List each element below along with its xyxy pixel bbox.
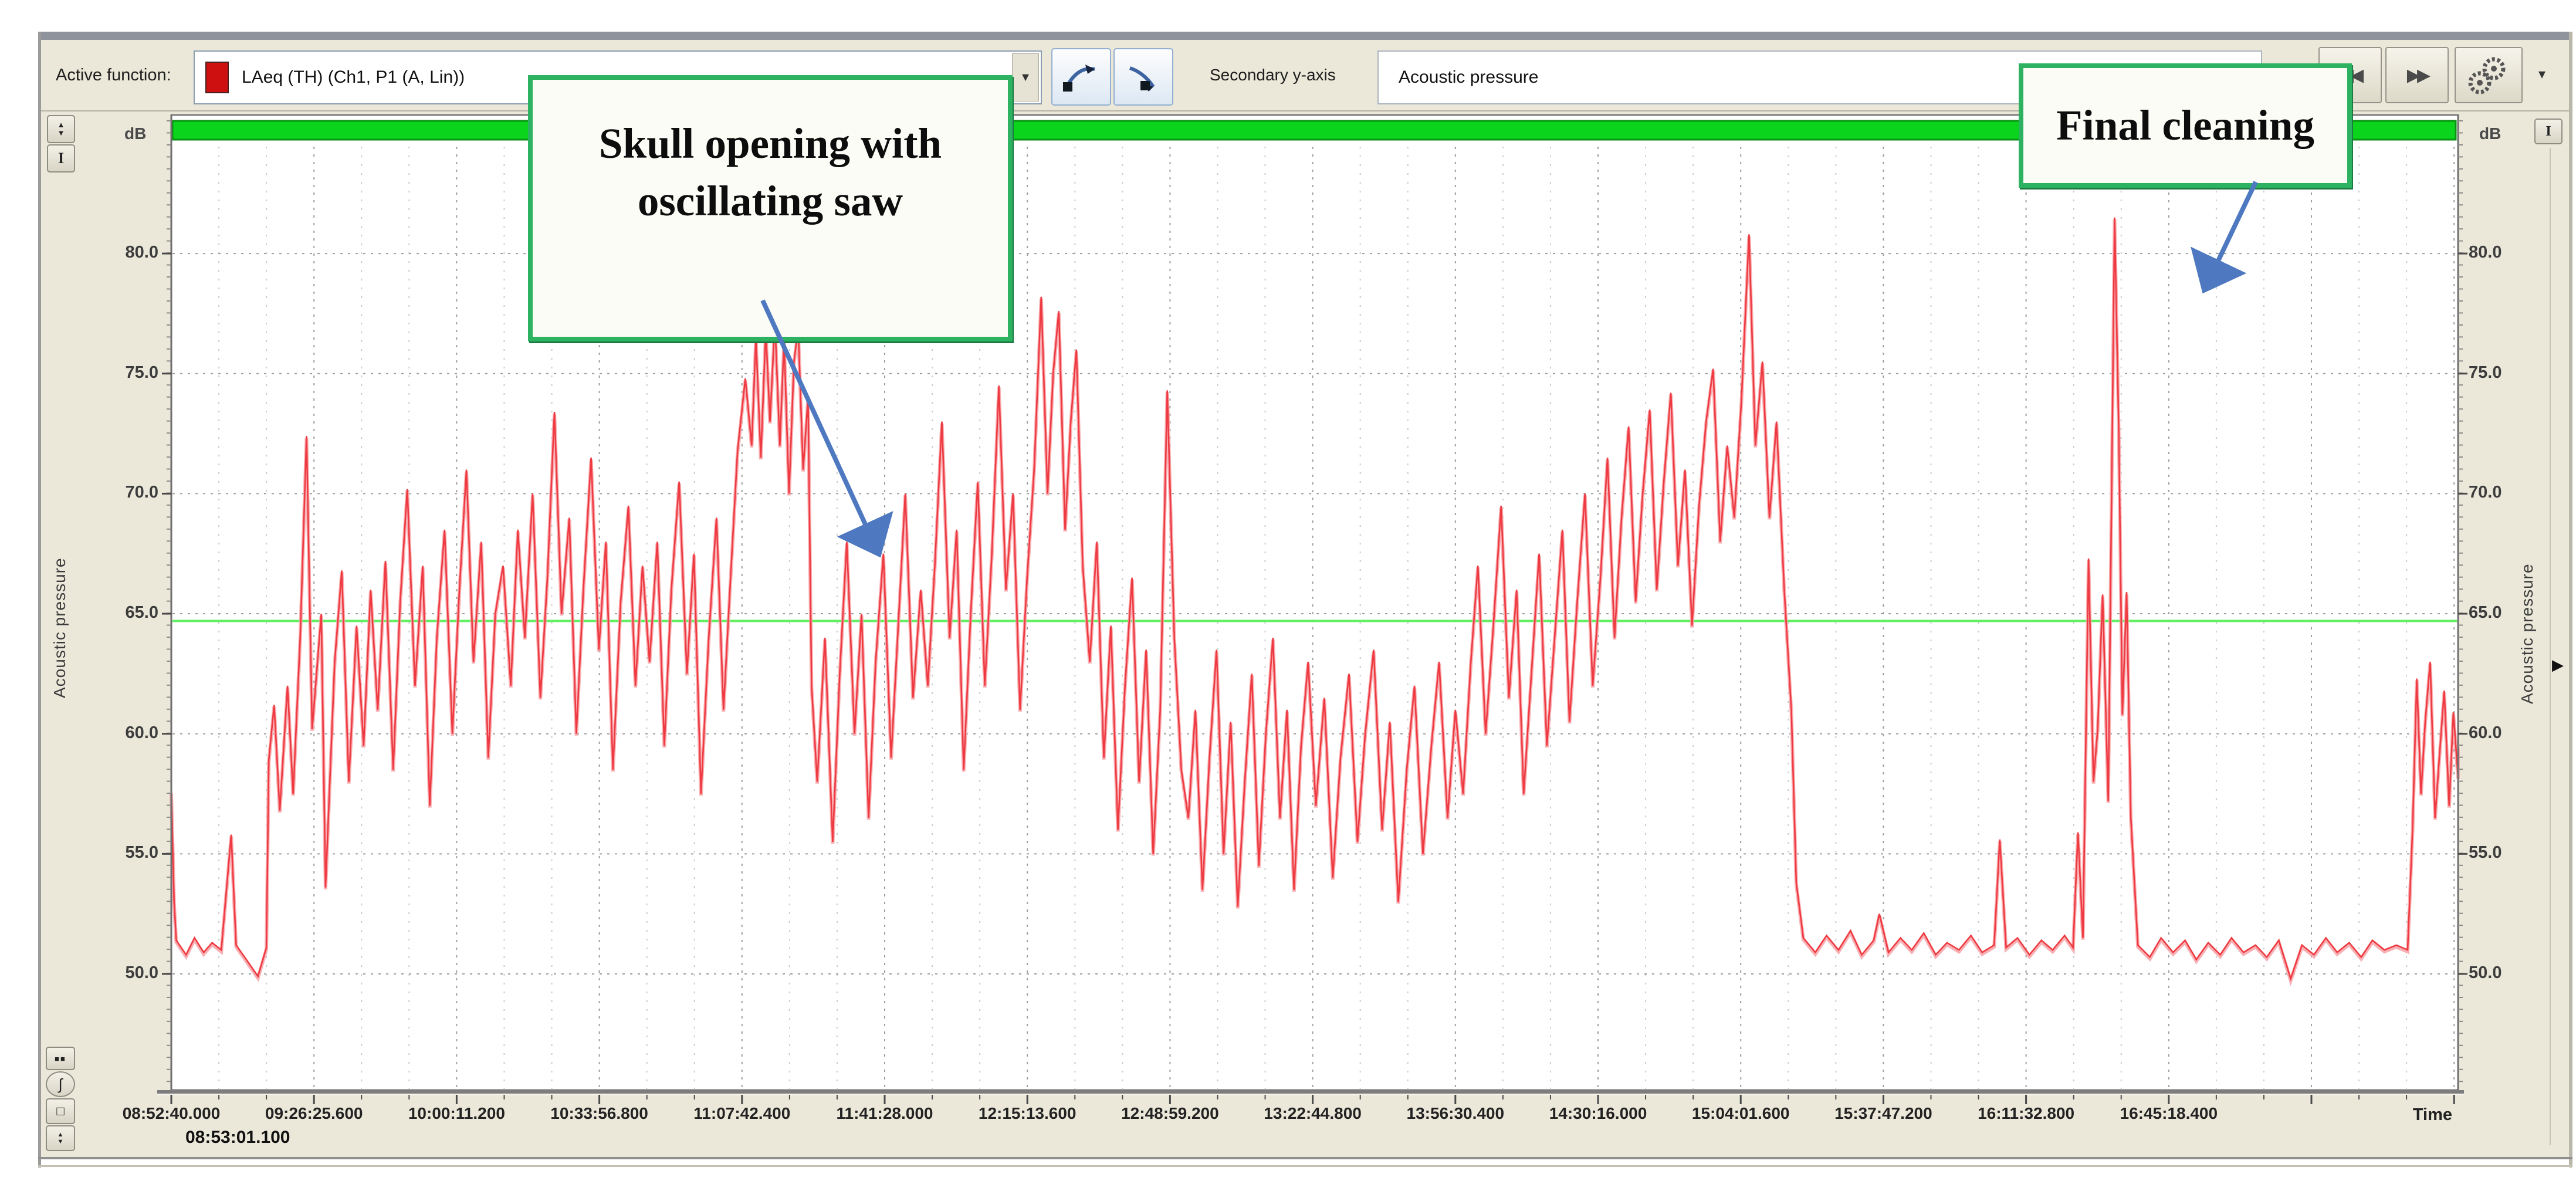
- x-tick-label: 13:22:44.800: [1236, 1104, 1390, 1123]
- x-tick-label: 15:37:47.200: [1806, 1104, 1960, 1123]
- annotation-skull-opening: Skull opening with oscillating saw: [528, 75, 1013, 341]
- y-axis-title-right: Acoustic pressure: [2518, 516, 2537, 751]
- arrow-up-right-icon: [1061, 56, 1102, 97]
- x-tick-label: 13:56:30.400: [1379, 1104, 1532, 1123]
- active-function-value: LAeq (TH) (Ch1, P1 (A, Lin)): [242, 67, 465, 87]
- cursor-previous-marker-button[interactable]: [1051, 48, 1111, 106]
- y-tick-label-right: 60.0: [2469, 723, 2539, 743]
- app-window: Active function: LAeq (TH) (Ch1, P1 (A, …: [0, 0, 2576, 1191]
- window-top-border: [38, 32, 2572, 40]
- x-axis-title: Time: [2344, 1105, 2452, 1125]
- y-tick-label-left: 55.0: [88, 843, 158, 862]
- window-bottom-edge: [38, 1165, 2572, 1167]
- fast-forward-button[interactable]: ▶▶: [2385, 47, 2449, 103]
- annotation-line: Skull opening with: [533, 115, 1008, 172]
- scroll-right-arrow[interactable]: ▶: [2552, 656, 2564, 674]
- marker-display-button[interactable]: ■■: [46, 1047, 75, 1070]
- time-history-plot[interactable]: [147, 111, 2470, 1132]
- spinner-down-icon: ▼: [57, 1138, 64, 1145]
- x-tick-label: 12:48:59.200: [1093, 1104, 1247, 1123]
- x-tick-label: 10:33:56.800: [523, 1104, 676, 1123]
- y-axis-spinner[interactable]: ▲ ▼: [47, 115, 75, 143]
- active-function-label: Active function:: [56, 66, 171, 85]
- square-icon: □: [56, 1104, 64, 1119]
- y-tick-label-right: 75.0: [2469, 363, 2539, 383]
- scroll-strip-divider: [2550, 148, 2551, 1145]
- secondary-axis-value: Acoustic pressure: [1399, 67, 1538, 87]
- y-tick-label-left: 70.0: [88, 483, 158, 502]
- x-tick-label: 16:11:32.800: [1949, 1104, 2103, 1123]
- y-tick-label-left: 75.0: [88, 363, 158, 383]
- db-unit-left: dB: [124, 124, 146, 143]
- x-tick-label: 16:45:18.400: [2092, 1104, 2246, 1123]
- gears-icon: [2466, 55, 2511, 96]
- y-tick-label-right: 50.0: [2469, 963, 2539, 983]
- x-tick-label: 12:15:13.600: [950, 1104, 1104, 1123]
- ibeam-icon: I: [58, 150, 64, 167]
- annotation-line: Final cleaning: [2056, 101, 2314, 149]
- right-cursor-tool-button[interactable]: I: [2534, 119, 2563, 144]
- cursor-next-marker-button[interactable]: [1113, 48, 1173, 106]
- x-tick-label: 14:30:16.000: [1521, 1104, 1675, 1123]
- window-left-border: [38, 32, 41, 1168]
- y-tick-label-left: 50.0: [88, 963, 158, 983]
- cursor-tool-button[interactable]: I: [47, 144, 75, 172]
- ibeam-icon: I: [2545, 124, 2551, 140]
- fast-forward-icon: ▶▶: [2407, 65, 2427, 86]
- cursor-time-readout: 08:53:01.100: [185, 1128, 290, 1148]
- y-tick-label-left: 80.0: [88, 243, 158, 262]
- settings-button[interactable]: [2455, 47, 2523, 103]
- db-unit-right: dB: [2479, 124, 2501, 143]
- curve-mode-button[interactable]: ∫: [46, 1071, 75, 1097]
- active-function-dropdown-icon[interactable]: ▼: [1012, 53, 1039, 101]
- x-axis-spinner[interactable]: ▲ ▼: [46, 1125, 75, 1151]
- x-tick-label: 11:07:42.400: [665, 1104, 819, 1123]
- spinner-up-icon: ▲: [57, 121, 65, 129]
- annotation-line: oscillating saw: [533, 172, 1008, 230]
- x-tick-label: 09:26:25.600: [237, 1104, 391, 1123]
- secondary-axis-label: Secondary y-axis: [1210, 66, 1336, 84]
- window-bottom-border: [38, 1157, 2572, 1159]
- spinner-down-icon: ▼: [57, 129, 65, 137]
- settings-dropdown-button[interactable]: ▾: [2525, 56, 2559, 92]
- y-tick-label-right: 55.0: [2469, 843, 2539, 862]
- y-tick-label-left: 60.0: [88, 723, 158, 743]
- window-right-border: [2569, 32, 2572, 1168]
- spinner-up-icon: ▲: [57, 1131, 64, 1138]
- zoom-box-button[interactable]: □: [46, 1098, 75, 1124]
- x-tick-label: 08:52:40.000: [94, 1104, 248, 1123]
- annotation-final-cleaning: Final cleaning: [2019, 63, 2352, 188]
- marker-squares-icon: ■■: [55, 1054, 66, 1063]
- x-tick-label: 15:04:01.600: [1664, 1104, 1817, 1123]
- curve-icon: ∫: [58, 1075, 62, 1094]
- x-tick-label: 11:41:28.000: [808, 1104, 962, 1123]
- y-tick-label-left: 65.0: [88, 603, 158, 622]
- y-tick-label-right: 80.0: [2469, 243, 2539, 262]
- y-axis-title-left: Acoustic pressure: [50, 510, 69, 745]
- dropdown-icon: ▾: [2538, 66, 2545, 83]
- scroll-right-icon: ▶: [2552, 656, 2564, 674]
- series-color-swatch: [205, 62, 229, 93]
- arrow-down-right-icon: [1123, 56, 1164, 97]
- y-tick-label-right: 70.0: [2469, 483, 2539, 502]
- y-tick-label-right: 65.0: [2469, 603, 2539, 622]
- x-tick-label: 10:00:11.200: [380, 1104, 533, 1123]
